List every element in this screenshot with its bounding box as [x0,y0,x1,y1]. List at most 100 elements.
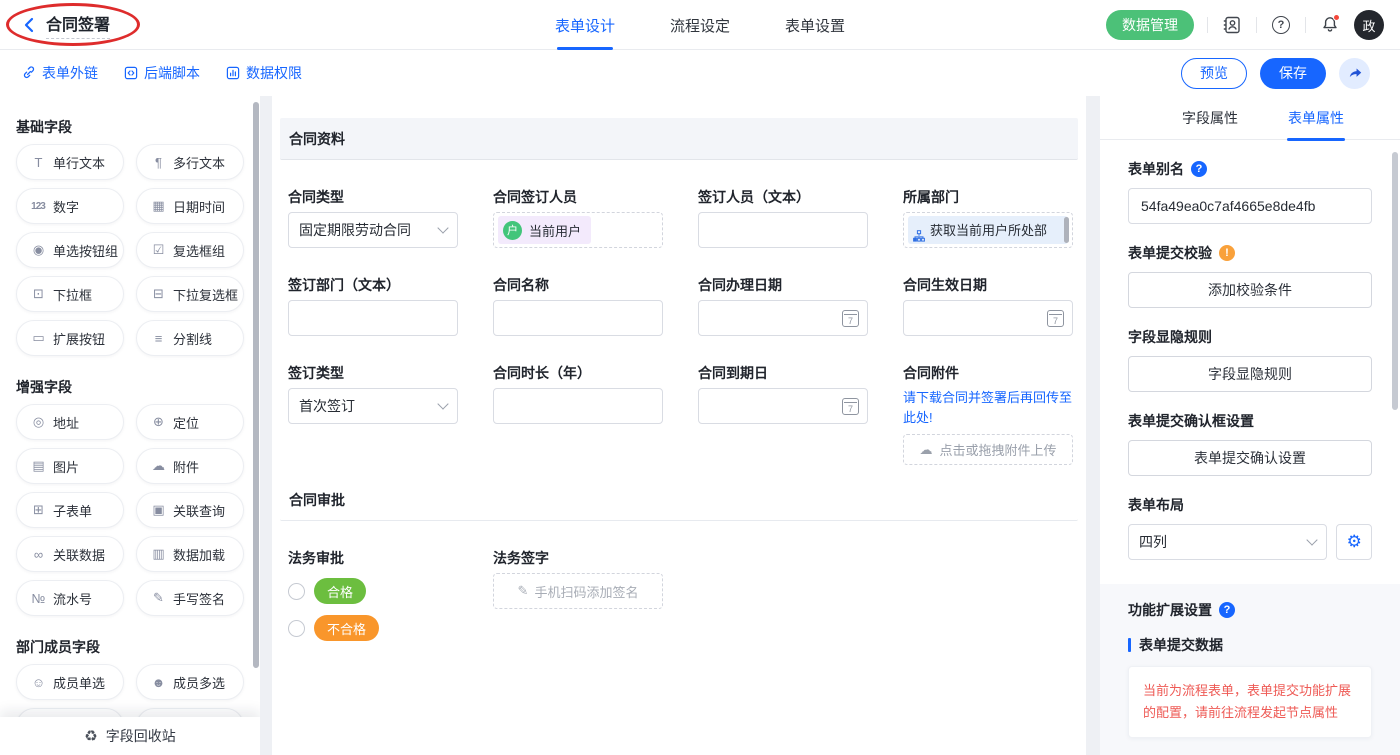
share-button[interactable] [1339,58,1370,89]
group-header-contract-approval[interactable]: 合同审批 [280,479,1078,521]
department-box-scrollbar[interactable] [1064,217,1069,243]
field-handle-date[interactable]: 合同办理日期 7 [698,248,868,336]
visibility-rule-button[interactable]: 字段显隐规则 [1128,356,1372,392]
field-attachment[interactable]: 合同附件 请下载合同并签署后再回传至此处! ☁ 点击或拖拽附件上传 [903,336,1073,465]
field-sign-user-text[interactable]: 签订人员（文本） [698,160,868,248]
text-input[interactable] [288,300,458,336]
submit-confirm-button[interactable]: 表单提交确认设置 [1128,440,1372,476]
sidebar-field-pill[interactable]: ☻成员多选 [136,664,244,700]
data-load-icon: ▥ [150,546,166,562]
external-link-button[interactable]: 表单外链 [22,63,98,83]
field-recycle-bin-button[interactable]: ♻ 字段回收站 [0,717,260,755]
data-permission-button[interactable]: 数据权限 [226,63,302,83]
sidebar-field-pill[interactable]: ⊡下拉框 [16,276,124,312]
sidebar-scrollbar-thumb[interactable] [253,102,259,668]
field-label: 合同办理日期 [698,276,868,294]
multiline-icon: ¶ [150,155,166,170]
sidebar-field-pill[interactable]: ☁附件 [136,448,244,484]
date-input[interactable]: 7 [903,300,1073,336]
field-department[interactable]: 所属部门 获取当前用户所处部 [903,160,1073,248]
user-avatar[interactable]: 政 [1354,10,1384,40]
field-contract-name[interactable]: 合同名称 [493,248,663,336]
form-alias-input[interactable]: 54fa49ea0c7af4665e8de4fb [1128,188,1372,224]
sidebar-field-pill[interactable]: ☺成员单选 [16,664,124,700]
current-user-chip[interactable]: 户 当前用户 [498,216,591,244]
field-contract-type[interactable]: 合同类型 固定期限劳动合同 [288,160,458,248]
sidebar-field-pill[interactable]: ▭扩展按钮 [16,320,124,356]
sidebar-field-pill[interactable]: №流水号 [16,580,124,616]
field-legal-approval[interactable]: 法务审批 合格 不合格 [288,521,458,641]
tab-flow-setting[interactable]: 流程设定 [670,0,730,50]
sidebar-field-pill[interactable]: ▥数据加载 [136,536,244,572]
group-header-contract-info[interactable]: 合同资料 [280,118,1078,160]
warning-badge-icon[interactable]: ! [1219,245,1235,261]
department-chip[interactable]: 获取当前用户所处部 [908,216,1068,244]
sidebar-field-pill[interactable]: T单行文本 [16,144,124,180]
contract-type-select[interactable]: 固定期限劳动合同 [288,212,458,248]
radio-option-pass[interactable]: 合格 [288,578,458,604]
sidebar-field-pill[interactable]: ≡分割线 [136,320,244,356]
address-book-icon[interactable] [1221,14,1243,36]
field-label: 合同签订人员 [493,188,663,206]
date-input[interactable]: 7 [698,388,868,424]
data-manage-button[interactable]: 数据管理 [1106,10,1194,40]
text-input[interactable] [493,388,663,424]
field-sign-user[interactable]: 合同签订人员 户 当前用户 [493,160,663,248]
notification-bell-icon[interactable] [1319,14,1341,36]
sidebar-field-pill[interactable]: ▣关联查询 [136,492,244,528]
tab-form-setting[interactable]: 表单设置 [785,0,845,50]
attachment-description-link[interactable]: 请下载合同并签署后再回传至此处! [903,388,1073,428]
form-row: 合同类型 固定期限劳动合同 合同签订人员 户 当前用户 签订人员（文本） 所属部… [280,160,1078,248]
back-icon[interactable] [22,17,36,33]
tab-form-design[interactable]: 表单设计 [555,0,615,50]
radio-icon[interactable] [288,583,305,600]
field-sign-dept-text[interactable]: 签订部门（文本） [288,248,458,336]
help-icon[interactable] [1270,14,1292,36]
field-sign-type[interactable]: 签订类型 首次签订 [288,336,458,465]
help-badge-icon[interactable]: ? [1191,161,1207,177]
save-button[interactable]: 保存 [1260,58,1326,89]
tab-field-properties[interactable]: 字段属性 [1182,96,1238,140]
radio-option-fail[interactable]: 不合格 [288,615,458,641]
sign-user-box[interactable]: 户 当前用户 [493,212,663,248]
field-legal-signature[interactable]: 法务签字 ✎ 手机扫码添加签名 [493,521,663,641]
date-input[interactable]: 7 [698,300,868,336]
sidebar-field-pill[interactable]: 123数字 [16,188,124,224]
panel-scrollbar-thumb[interactable] [1392,152,1398,410]
department-box[interactable]: 获取当前用户所处部 [903,212,1073,248]
signature-box[interactable]: ✎ 手机扫码添加签名 [493,573,663,609]
sidebar-field-pill[interactable]: ⊞子表单 [16,492,124,528]
field-label: 合同附件 [903,364,1073,382]
sidebar-field-pill[interactable]: ¶多行文本 [136,144,244,180]
help-badge-icon[interactable]: ? [1219,602,1235,618]
sidebar-field-pill[interactable]: ∞关联数据 [16,536,124,572]
text-input[interactable] [493,300,663,336]
add-check-condition-button[interactable]: 添加校验条件 [1128,272,1372,308]
sidebar-field-pill[interactable]: ☑复选框组 [136,232,244,268]
fail-option-pill[interactable]: 不合格 [314,615,379,641]
radio-icon[interactable] [288,620,305,637]
sidebar-field-pill[interactable]: ⊟下拉复选框 [136,276,244,312]
layout-settings-button[interactable]: ⚙ [1336,524,1372,560]
field-label: 法务签字 [493,549,663,567]
field-effective-date[interactable]: 合同生效日期 7 [903,248,1073,336]
sidebar-field-pill[interactable]: ▤图片 [16,448,124,484]
backend-script-button[interactable]: 后端脚本 [124,63,200,83]
field-expire-date[interactable]: 合同到期日 7 [698,336,868,465]
sidebar-field-pill[interactable]: ⊕定位 [136,404,244,440]
attachment-upload-area[interactable]: ☁ 点击或拖拽附件上传 [903,434,1073,465]
layout-select[interactable]: 四列 [1128,524,1327,560]
preview-button[interactable]: 预览 [1181,58,1247,89]
field-label: 合同名称 [493,276,663,294]
text-input[interactable] [698,212,868,248]
header-tabs: 表单设计 流程设定 表单设置 [555,0,845,50]
sidebar-field-pill[interactable]: ◎地址 [16,404,124,440]
calendar-icon: 7 [842,398,859,415]
sidebar-field-pill[interactable]: ◉单选按钮组 [16,232,124,268]
sidebar-field-pill[interactable]: ▦日期时间 [136,188,244,224]
tab-form-properties[interactable]: 表单属性 [1288,96,1344,140]
pass-option-pill[interactable]: 合格 [314,578,366,604]
field-duration[interactable]: 合同时长（年） [493,336,663,465]
sign-type-select[interactable]: 首次签订 [288,388,458,424]
sidebar-field-pill[interactable]: ✎手写签名 [136,580,244,616]
